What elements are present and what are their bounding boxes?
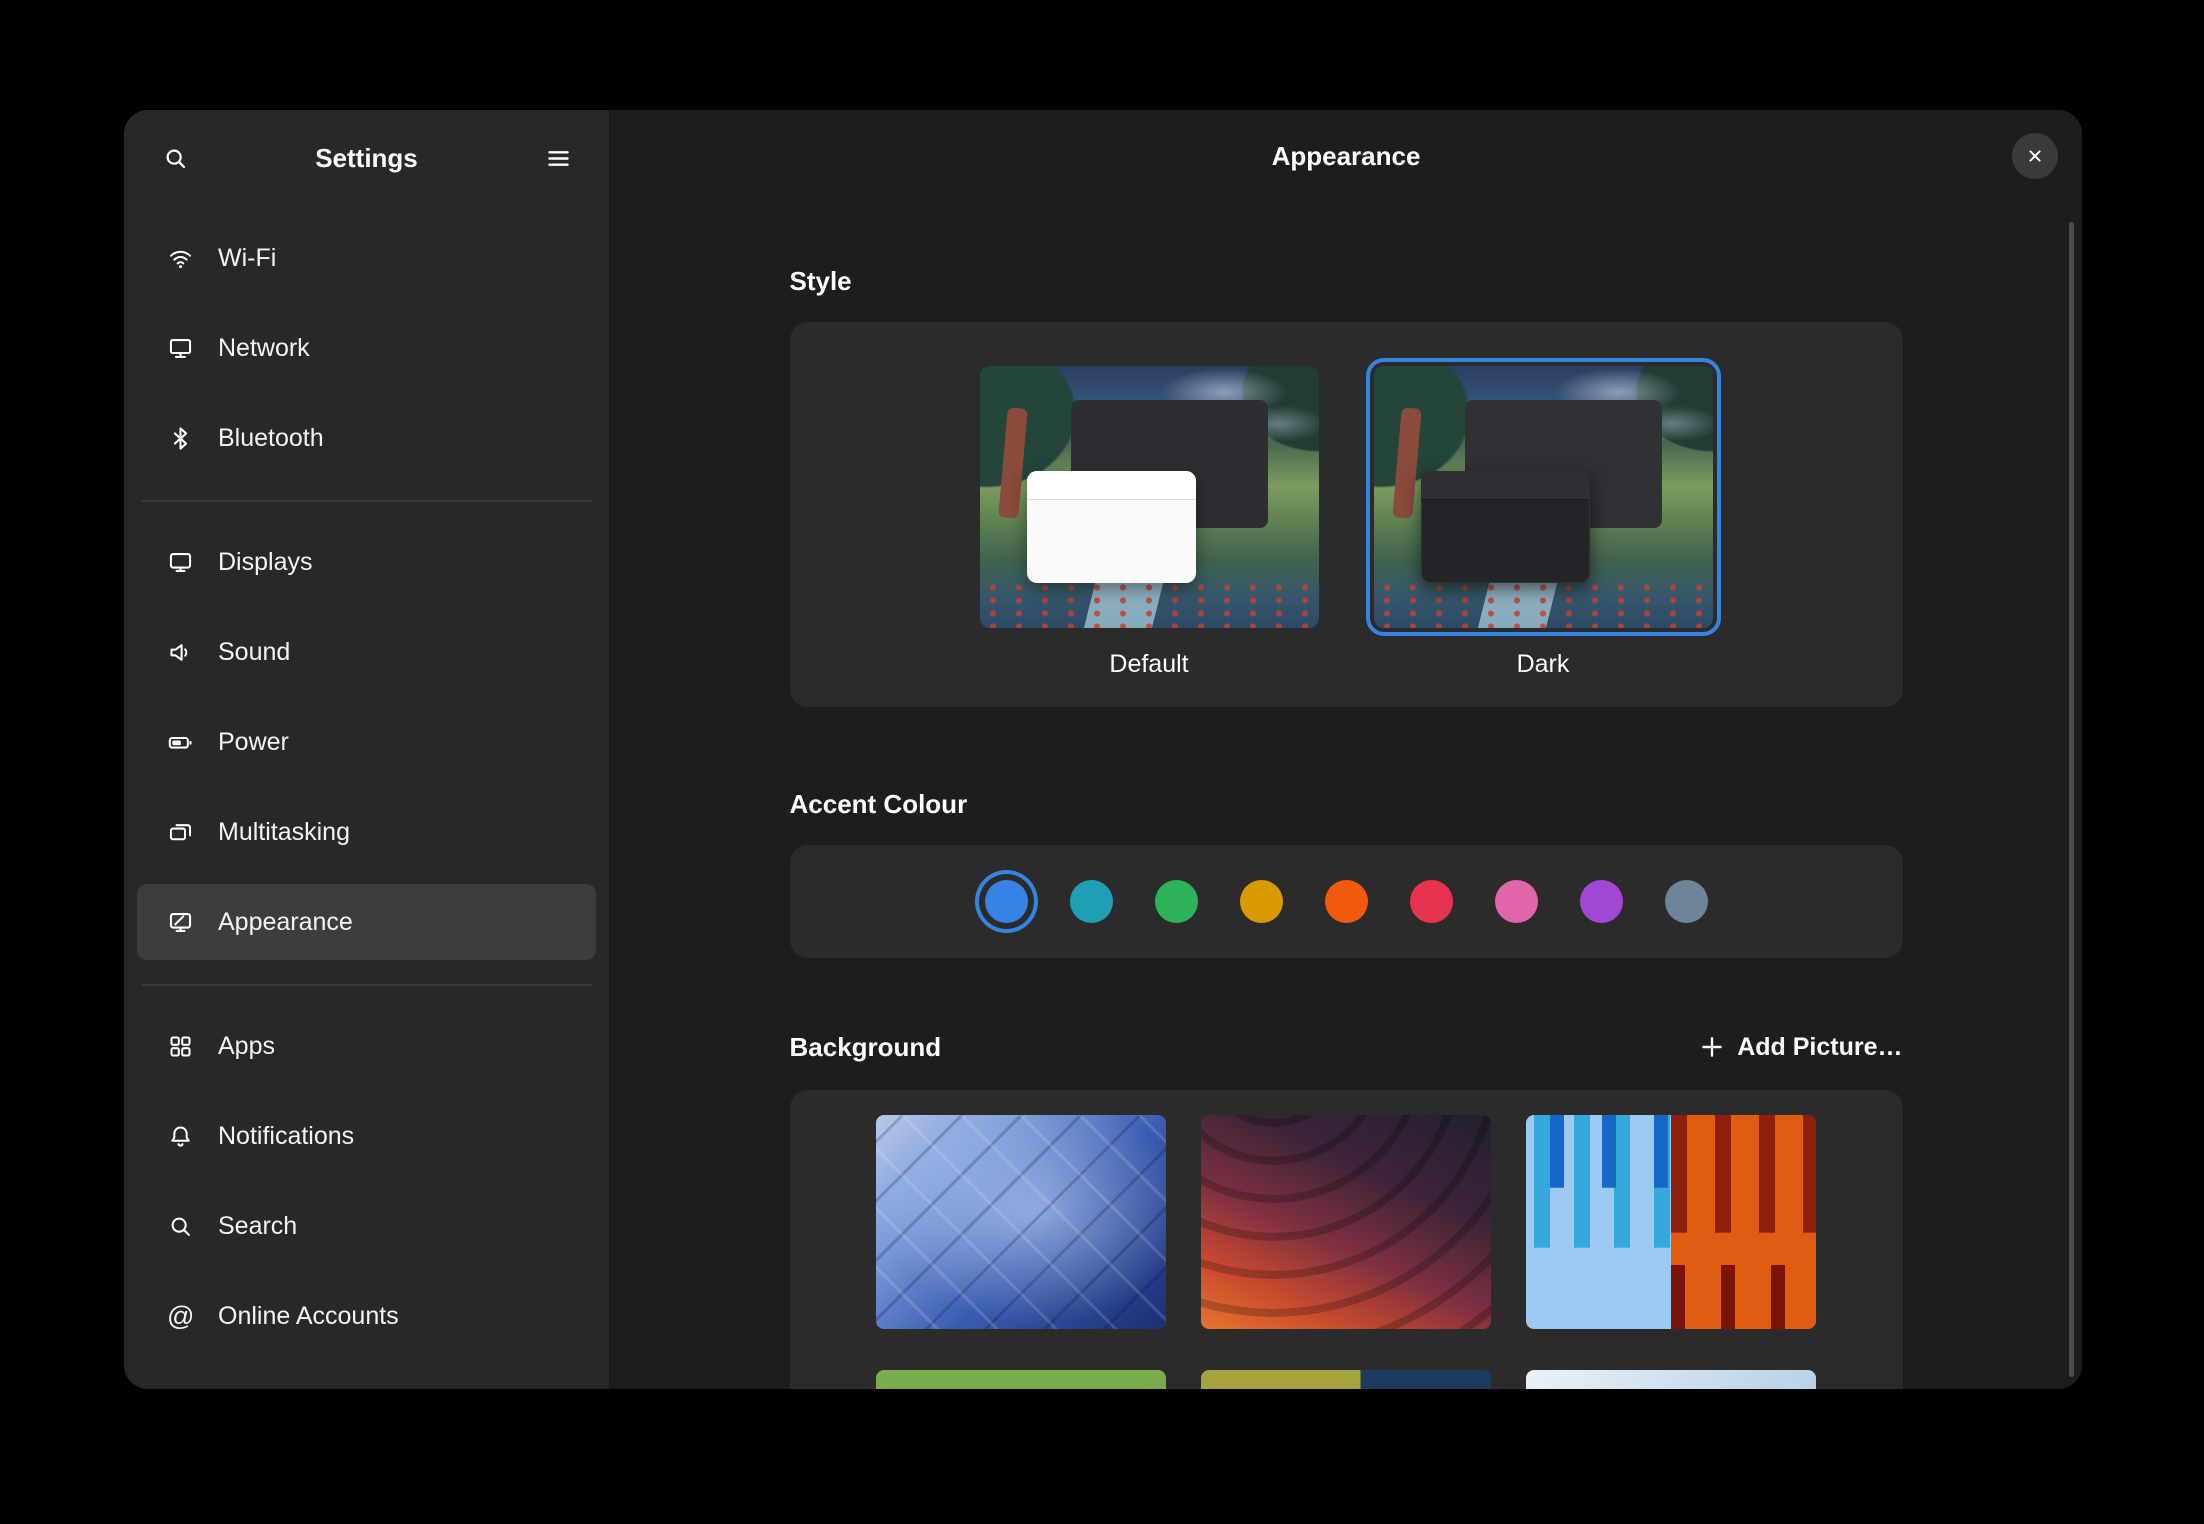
main-panel: Appearance Style [610,110,2082,1389]
at-sign-icon: @ [167,1303,194,1330]
add-picture-button[interactable]: Add Picture… [1699,1033,1902,1062]
style-preview-frame-selected [1366,358,1721,636]
mock-titlebar [1027,471,1197,500]
sidebar-item-bluetooth[interactable]: Bluetooth [137,400,596,476]
sidebar-item-wifi[interactable]: Wi-Fi [137,220,596,296]
main-header: Appearance [610,110,2082,202]
sidebar-item-appearance[interactable]: Appearance [137,884,596,960]
wallpaper-blue-cubes[interactable] [876,1115,1166,1329]
wallpaper-pale-blue[interactable] [1526,1370,1816,1389]
background-heading: Background [790,1032,942,1062]
style-option-label: Default [1109,650,1188,679]
close-button[interactable] [2012,133,2058,179]
style-preview-frame [972,358,1327,636]
sidebar-item-label: Search [218,1212,297,1241]
style-option-dark[interactable]: Dark [1366,358,1721,679]
sidebar-item-online-accounts[interactable]: @ Online Accounts [137,1278,596,1354]
hamburger-menu-icon [545,145,572,172]
sidebar-item-displays[interactable]: Displays [137,524,596,600]
network-icon [167,335,194,362]
apps-grid-icon [167,1033,194,1060]
search-icon [167,1213,194,1240]
accent-color-slate[interactable] [1665,880,1708,923]
sidebar-item-label: Sound [218,638,290,667]
style-card: Default [790,322,1903,707]
vertical-scrollbar[interactable] [2069,222,2074,1377]
flowers-pattern [980,581,1319,628]
sound-icon [167,639,194,666]
tree-trunk-shape [998,407,1028,518]
sidebar-item-label: Multitasking [218,818,350,847]
accent-colour-card [790,845,1903,958]
sidebar-item-search[interactable]: Search [137,1188,596,1264]
plus-icon [1699,1034,1725,1060]
sidebar-divider [141,500,592,502]
accent-color-teal[interactable] [1070,880,1113,923]
wallpaper-blue-orange-drips[interactable] [1526,1115,1816,1329]
style-heading: Style [790,266,1903,296]
wifi-icon [167,245,194,272]
sidebar-item-notifications[interactable]: Notifications [137,1098,596,1174]
sidebar-item-label: Network [218,334,310,363]
sidebar: Settings Wi-Fi [124,110,610,1389]
sidebar-item-label: Bluetooth [218,424,324,453]
page-title: Appearance [1272,141,1421,172]
sidebar-item-apps[interactable]: Apps [137,1008,596,1084]
mock-window-front [1027,471,1197,584]
accent-color-green[interactable] [1155,880,1198,923]
accent-color-orange[interactable] [1325,880,1368,923]
wallpaper-green-landscape[interactable] [876,1370,1166,1389]
hamburger-menu-button[interactable] [534,134,582,182]
background-heading-row: Background Add Picture… [790,1032,1903,1062]
style-option-default[interactable]: Default [972,358,1327,679]
appearance-icon [167,909,194,936]
sidebar-title: Settings [199,143,534,174]
sidebar-item-multitasking[interactable]: Multitasking [137,794,596,870]
sidebar-item-label: Displays [218,548,312,577]
style-preview-dark [1374,366,1713,628]
wallpaper-olive-navy-split[interactable] [1201,1370,1491,1389]
sidebar-divider [141,984,592,986]
display-icon [167,549,194,576]
sidebar-item-label: Notifications [218,1122,354,1151]
accent-color-pink[interactable] [1495,880,1538,923]
mock-window-front [1421,471,1591,584]
tree-trunk-shape [1392,407,1422,518]
add-picture-label: Add Picture… [1737,1033,1902,1062]
mock-titlebar [1421,471,1591,500]
accent-color-purple[interactable] [1580,880,1623,923]
sidebar-search-button[interactable] [151,134,199,182]
content-area: Style [790,202,1903,1389]
sidebar-item-label: Wi-Fi [218,244,276,273]
bell-icon [167,1123,194,1150]
bluetooth-icon [167,425,194,452]
flowers-pattern [1374,581,1713,628]
close-icon [2024,145,2046,167]
sidebar-item-power[interactable]: Power [137,704,596,780]
accent-color-blue[interactable] [985,880,1028,923]
sidebar-item-network[interactable]: Network [137,310,596,386]
style-option-label: Dark [1517,650,1570,679]
accent-color-red[interactable] [1410,880,1453,923]
style-preview-default [980,366,1319,628]
accent-colour-heading: Accent Colour [790,789,1903,819]
sidebar-item-label: Online Accounts [218,1302,399,1331]
sidebar-nav: Wi-Fi Network Bluetooth [137,220,596,1389]
sidebar-item-label: Apps [218,1032,275,1061]
accent-color-yellow[interactable] [1240,880,1283,923]
wallpaper-lava-waves[interactable] [1201,1115,1491,1329]
sidebar-item-label: Power [218,728,289,757]
settings-window: Settings Wi-Fi [124,110,2082,1389]
sidebar-item-sound[interactable]: Sound [137,614,596,690]
sidebar-item-sharing[interactable]: Sharing [137,1368,596,1389]
power-icon [167,729,194,756]
sidebar-header: Settings [137,110,596,206]
background-card [790,1090,1903,1389]
search-icon [162,145,189,172]
sidebar-item-label: Appearance [218,908,353,937]
multitasking-icon [167,819,194,846]
